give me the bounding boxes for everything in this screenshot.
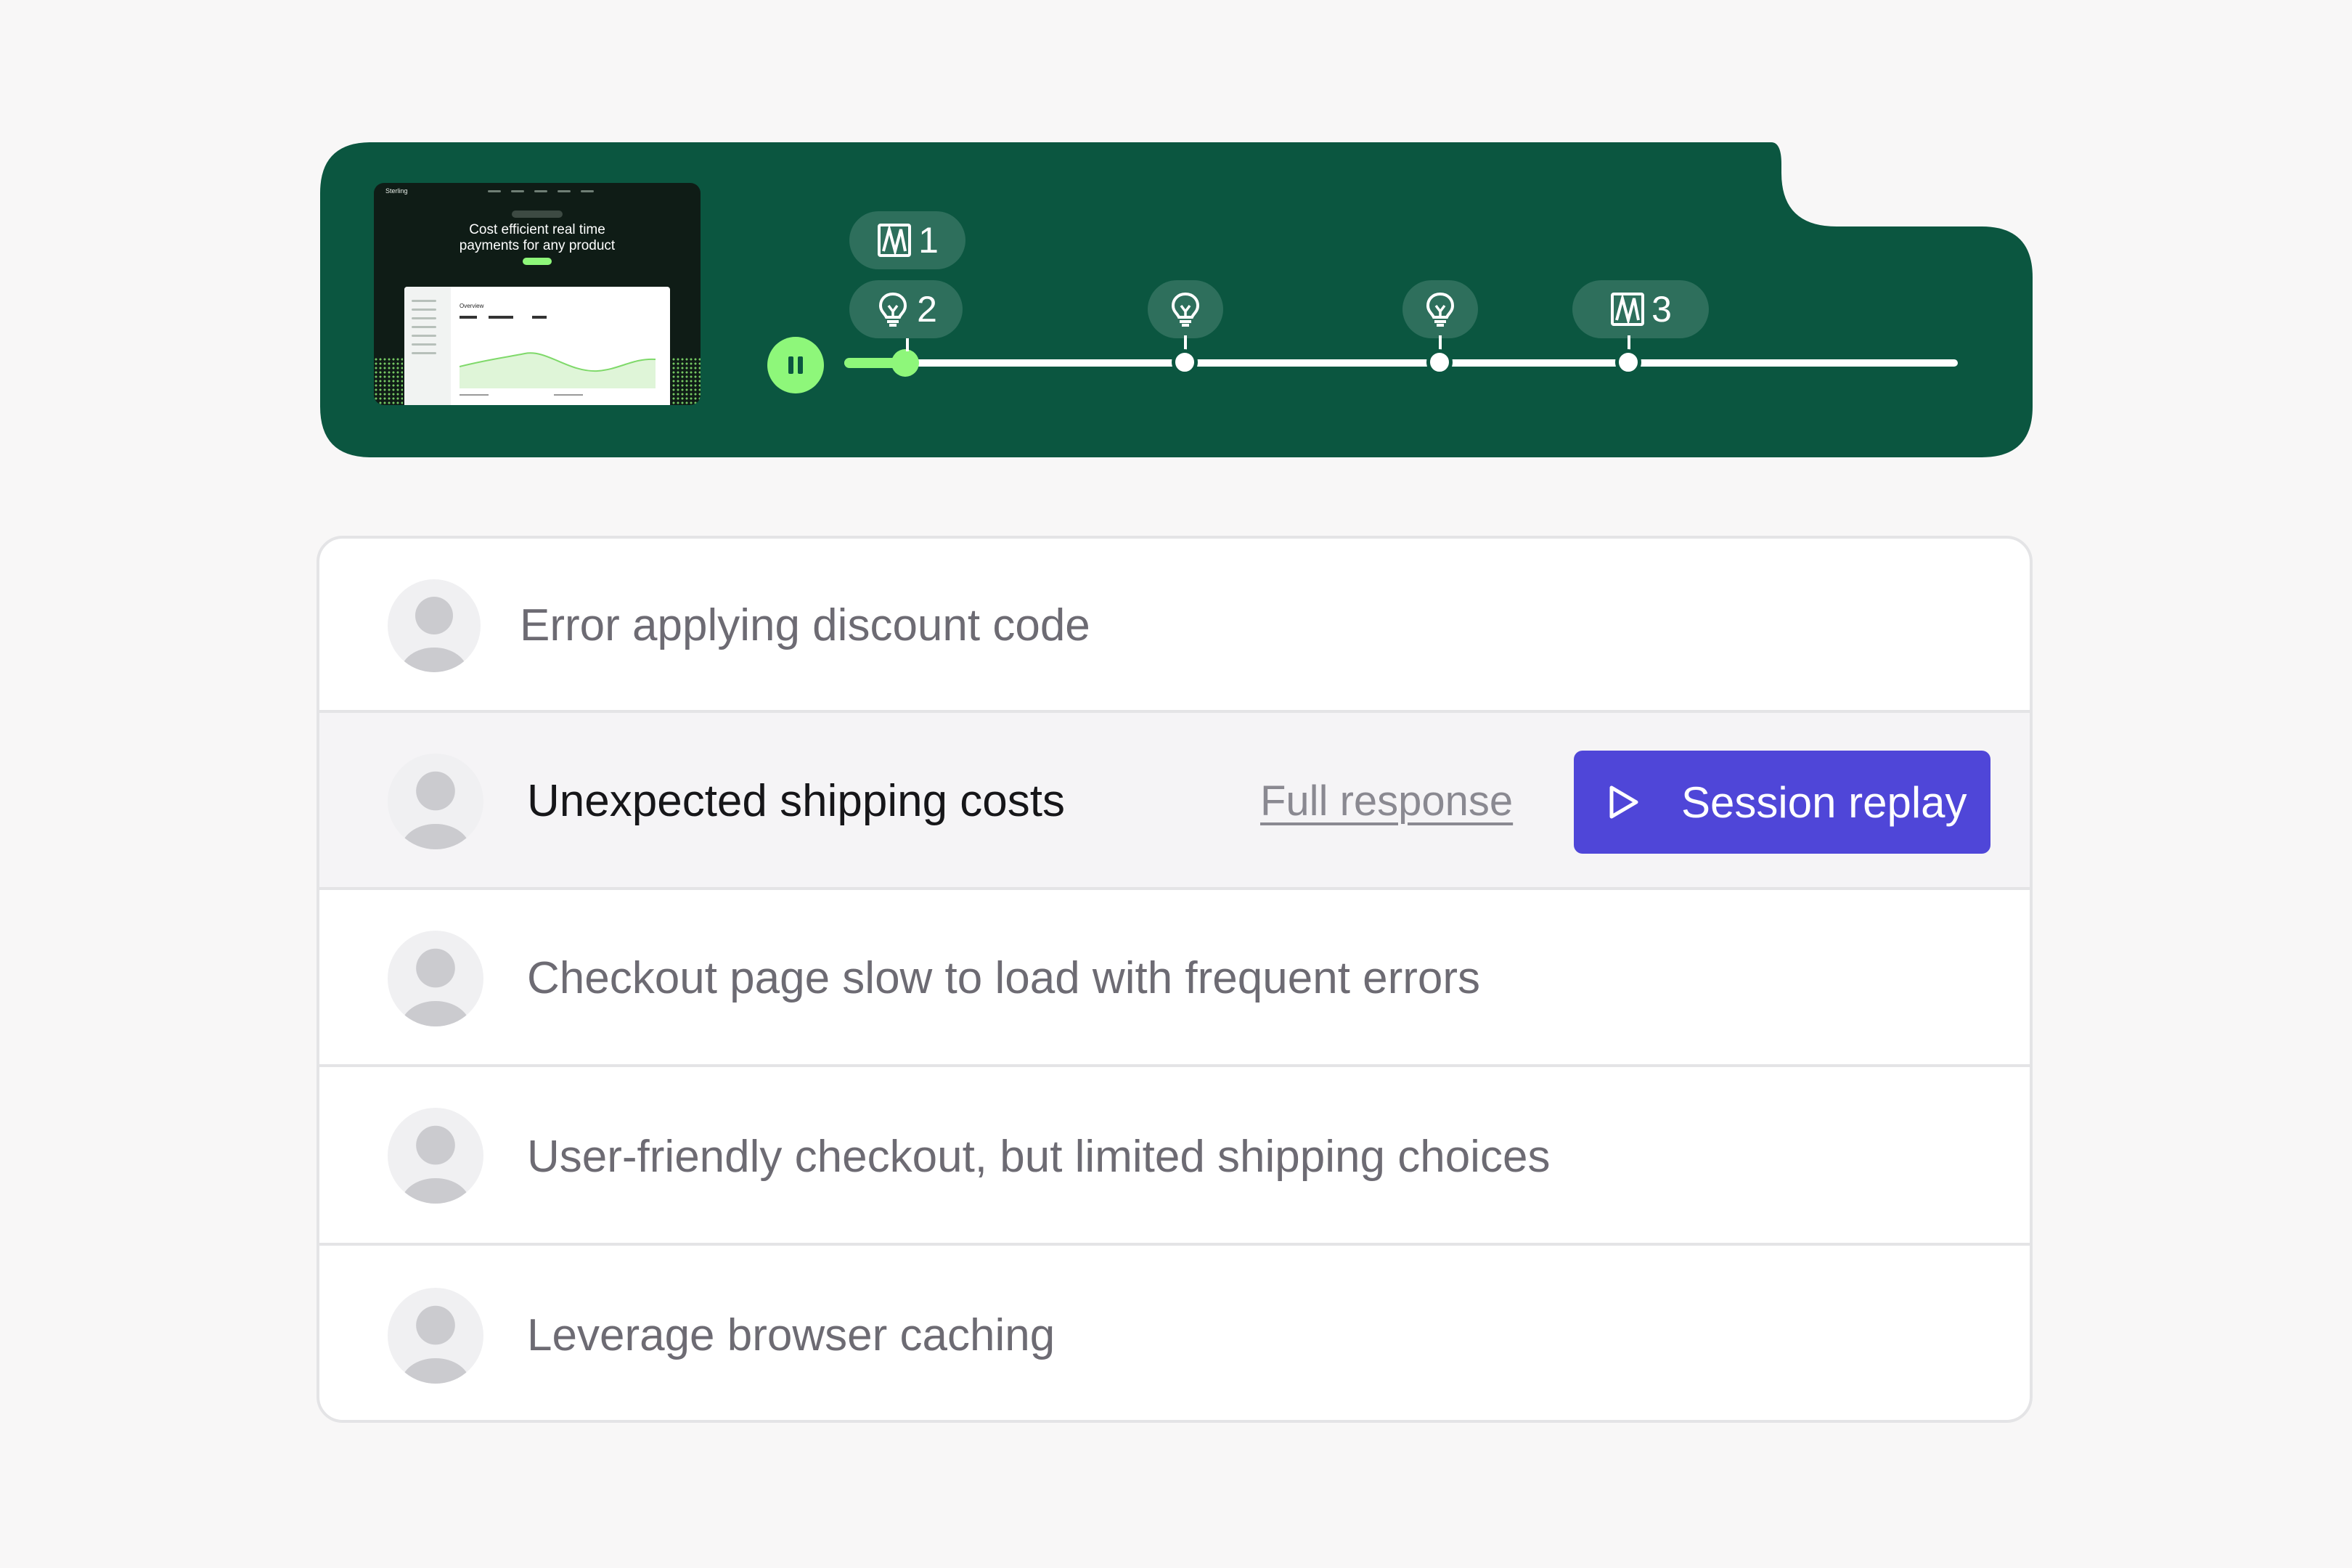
timeline-marker[interactable]	[1172, 349, 1198, 375]
feedback-title: User-friendly checkout, but limited ship…	[527, 1132, 1551, 1182]
list-item[interactable]: Error applying discount code	[319, 539, 2030, 713]
thumbnail-dot-pattern-left	[374, 357, 403, 405]
list-item[interactable]: Unexpected shipping costs Full response …	[319, 713, 2030, 890]
thumbnail-headline-line2: payments for any product	[459, 238, 616, 253]
bookmark-count: 1	[918, 220, 939, 261]
timeline-track[interactable]	[844, 359, 1958, 367]
pause-button[interactable]	[767, 337, 824, 393]
lightbulb-icon	[1171, 292, 1200, 327]
user-avatar-icon	[401, 597, 467, 672]
thumbnail-brand: Sterling	[385, 187, 408, 195]
user-avatar-icon	[401, 771, 470, 849]
list-item[interactable]: Checkout page slow to load with frequent…	[319, 890, 2030, 1067]
bookmark-count: 3	[1651, 289, 1672, 330]
avatar	[388, 579, 481, 672]
thumbnail-dot-pattern-right	[671, 357, 701, 405]
timeline-marker[interactable]	[1426, 349, 1453, 375]
thumbnail-dashboard: Overview	[404, 287, 670, 405]
feedback-title: Error applying discount code	[520, 600, 1090, 650]
bookmark-marker-pill[interactable]: 3	[1572, 280, 1709, 338]
thumbnail-nav-links	[487, 189, 594, 192]
full-response-link[interactable]: Full response	[1260, 777, 1513, 825]
avatar	[388, 931, 483, 1026]
bookmark-icon	[1611, 293, 1645, 326]
insight-marker-pill[interactable]	[1402, 280, 1478, 338]
thumbnail-chart	[460, 316, 656, 396]
play-icon	[1609, 785, 1638, 819]
timeline-marker[interactable]	[1615, 349, 1641, 375]
session-thumbnail[interactable]: Sterling Cost efficient real time paymen…	[374, 183, 701, 405]
avatar	[388, 1108, 483, 1204]
list-item[interactable]: User-friendly checkout, but limited ship…	[319, 1067, 2030, 1246]
thumbnail-cta	[523, 258, 552, 265]
feedback-title: Leverage browser caching	[527, 1310, 1055, 1360]
thumbnail-headline-line1: Cost efficient real time	[469, 222, 605, 237]
feedback-list: Error applying discount code Unexpected …	[317, 536, 2033, 1423]
thumbnail-headline: Cost efficient real time payments for an…	[374, 222, 701, 254]
user-avatar-icon	[401, 1305, 470, 1384]
lightbulb-icon	[879, 292, 907, 327]
thumbnail-dashboard-title: Overview	[460, 303, 484, 309]
session-player: Sterling Cost efficient real time paymen…	[320, 142, 2033, 457]
thumbnail-announcement-pill	[512, 211, 563, 218]
insight-marker-pill[interactable]: 2	[849, 280, 963, 338]
lightbulb-icon	[1426, 292, 1455, 327]
insight-count: 2	[917, 289, 937, 330]
thumbnail-navbar: Sterling	[374, 183, 701, 199]
thumbnail-dashboard-sidebar	[404, 287, 451, 405]
bookmark-icon	[878, 224, 912, 257]
session-replay-label: Session replay	[1681, 777, 1967, 827]
avatar	[388, 1288, 483, 1384]
feedback-title: Unexpected shipping costs	[527, 776, 1066, 826]
user-avatar-icon	[401, 948, 470, 1026]
session-replay-button[interactable]: Session replay	[1574, 751, 1990, 854]
list-item[interactable]: Leverage browser caching	[319, 1246, 2030, 1420]
feedback-title: Checkout page slow to load with frequent…	[527, 953, 1481, 1003]
insight-marker-pill[interactable]	[1148, 280, 1223, 338]
pause-icon	[788, 356, 803, 374]
user-avatar-icon	[401, 1125, 470, 1204]
bookmark-marker-pill[interactable]: 1	[849, 211, 965, 269]
avatar	[388, 754, 483, 849]
